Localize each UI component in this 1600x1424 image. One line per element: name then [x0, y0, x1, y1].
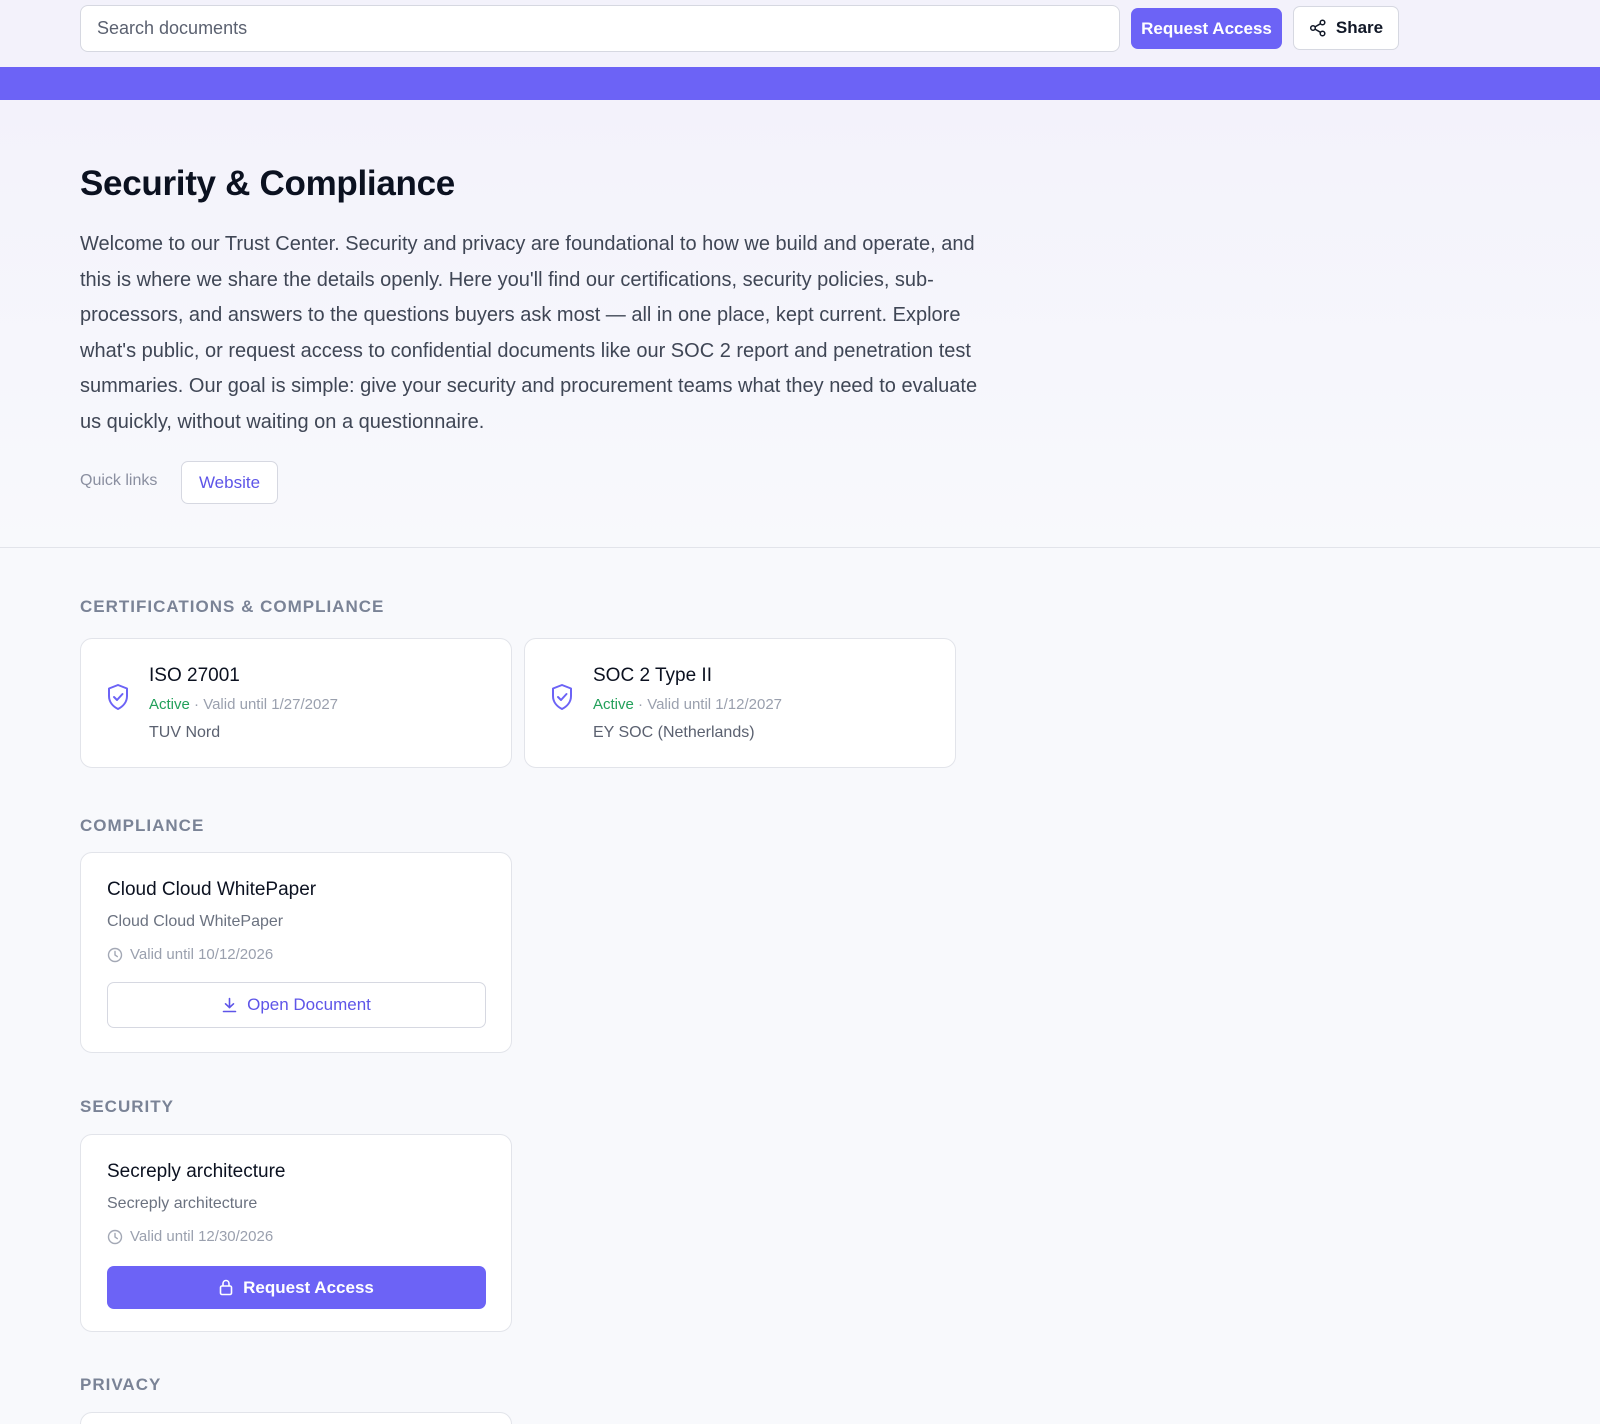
section-title-privacy: PRIVACY	[80, 1375, 162, 1394]
document-card	[80, 1412, 512, 1424]
clock-icon	[107, 1229, 123, 1244]
share-button[interactable]: Share	[1293, 6, 1399, 50]
document-validity: Valid until 10/12/2026	[107, 946, 273, 963]
cert-meta: Active · Valid until 1/27/2027	[149, 696, 338, 713]
status-badge: Active	[593, 696, 634, 713]
document-card: Secreply architecture Secreply architect…	[80, 1134, 512, 1332]
open-document-label: Open Document	[247, 995, 371, 1014]
share-label: Share	[1335, 18, 1384, 37]
section-title-certifications: CERTIFICATIONS & COMPLIANCE	[80, 597, 385, 616]
cert-valid: · Valid until 1/12/2027	[638, 696, 783, 713]
cert-name: SOC 2 Type II	[593, 665, 712, 686]
document-card: Cloud Cloud WhitePaper Cloud Cloud White…	[80, 852, 512, 1053]
shield-check-icon	[108, 684, 128, 710]
download-icon	[222, 997, 237, 1013]
document-validity: Valid until 12/30/2026	[107, 1228, 273, 1245]
lock-icon	[219, 1279, 233, 1296]
document-valid-text: Valid until 12/30/2026	[130, 1228, 274, 1245]
request-access-button[interactable]: Request Access	[1131, 8, 1282, 49]
request-access-label: Request Access	[243, 1277, 374, 1297]
cert-card[interactable]: ISO 27001 Active · Valid until 1/27/2027…	[80, 638, 512, 768]
document-title: Cloud Cloud WhitePaper	[107, 879, 317, 900]
cert-card[interactable]: SOC 2 Type II Active · Valid until 1/12/…	[524, 638, 956, 768]
intro-text: Welcome to our Trust Center. Security an…	[80, 233, 978, 433]
brand-band	[0, 67, 1600, 100]
document-subtitle: Cloud Cloud WhitePaper	[107, 913, 284, 930]
cert-issuer: EY SOC (Netherlands)	[593, 724, 755, 741]
search-input[interactable]	[80, 5, 1120, 52]
shield-check-icon	[552, 684, 572, 710]
document-subtitle: Secreply architecture	[107, 1195, 258, 1212]
cert-meta: Active · Valid until 1/12/2027	[593, 696, 782, 713]
section-title-security: SECURITY	[80, 1097, 174, 1116]
page-title: Security & Compliance	[80, 164, 455, 203]
status-badge: Active	[149, 696, 190, 713]
quick-links-label: Quick links	[80, 472, 158, 489]
request-access-document-button[interactable]: Request Access	[107, 1266, 486, 1309]
cert-issuer: TUV Nord	[149, 724, 221, 741]
open-document-button[interactable]: Open Document	[107, 982, 486, 1028]
share-icon	[1309, 19, 1326, 37]
cert-valid: · Valid until 1/27/2027	[194, 696, 339, 713]
document-title: Secreply architecture	[107, 1161, 286, 1182]
document-valid-text: Valid until 10/12/2026	[130, 946, 274, 963]
section-title-compliance: COMPLIANCE	[80, 816, 205, 835]
cert-name: ISO 27001	[149, 665, 240, 686]
quick-link-website[interactable]: Website	[181, 461, 278, 504]
clock-icon	[107, 947, 123, 962]
